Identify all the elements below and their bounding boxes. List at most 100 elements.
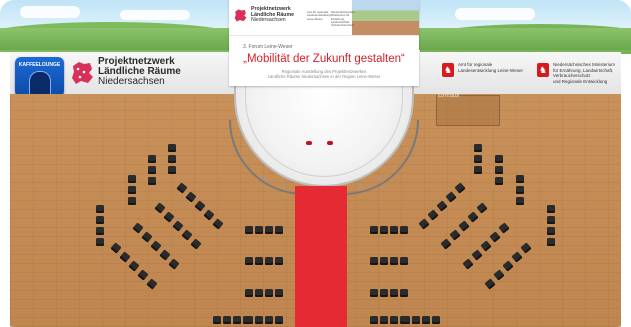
seat[interactable] bbox=[370, 316, 378, 324]
door-icon bbox=[29, 71, 51, 95]
seat[interactable] bbox=[128, 186, 136, 194]
seat[interactable] bbox=[223, 316, 231, 324]
seat[interactable] bbox=[495, 166, 503, 174]
speaker-chair-icon[interactable] bbox=[306, 141, 312, 145]
seat[interactable] bbox=[255, 316, 263, 324]
seat[interactable] bbox=[255, 257, 263, 265]
ministerium-line3: und Regionale Entwicklung bbox=[553, 78, 608, 84]
seat[interactable] bbox=[547, 238, 555, 246]
seat[interactable] bbox=[516, 186, 524, 194]
seat[interactable] bbox=[168, 155, 176, 163]
cloud bbox=[120, 10, 190, 20]
seat[interactable] bbox=[380, 257, 388, 265]
virtual-venue: KAFFEELOUNGE Projektnetzwerk Ländliche R… bbox=[0, 0, 631, 327]
seat[interactable] bbox=[547, 205, 555, 213]
seat[interactable] bbox=[380, 226, 388, 234]
seat[interactable] bbox=[128, 175, 136, 183]
seat[interactable] bbox=[233, 316, 241, 324]
seat[interactable] bbox=[516, 197, 524, 205]
seat[interactable] bbox=[495, 177, 503, 185]
seat[interactable] bbox=[370, 226, 378, 234]
lower-saxony-horse-icon: ♞ bbox=[537, 63, 549, 77]
seat[interactable] bbox=[390, 316, 398, 324]
seat[interactable] bbox=[547, 227, 555, 235]
seat[interactable] bbox=[516, 175, 524, 183]
rack-label: KAFFEEBAR bbox=[438, 94, 460, 98]
ministerium-line1: Niedersächsisches Ministerium bbox=[553, 62, 616, 67]
seat[interactable] bbox=[400, 226, 408, 234]
event-poster[interactable]: Projektnetzwerk Ländliche Räume Niedersa… bbox=[229, 0, 419, 86]
seat[interactable] bbox=[148, 177, 156, 185]
cloud bbox=[20, 6, 80, 18]
poster-subtitle: Regionale Ausstellung des Projektnetzwer… bbox=[229, 69, 419, 79]
stage-light bbox=[359, 183, 361, 187]
ministerium-logo-text: Niedersächsisches Ministerium für Ernähr… bbox=[553, 62, 631, 84]
seat[interactable] bbox=[255, 226, 263, 234]
seat[interactable] bbox=[380, 289, 388, 297]
poster-logo-line3: Niedersachsen bbox=[251, 17, 286, 24]
seat[interactable] bbox=[255, 289, 263, 297]
poster-logo-text: Projektnetzwerk Ländliche Räume Niedersa… bbox=[251, 6, 294, 24]
kaffeelounge-label: KAFFEELOUNGE bbox=[18, 62, 61, 68]
coffee-bar-rack[interactable] bbox=[436, 95, 500, 126]
seat[interactable] bbox=[412, 316, 420, 324]
seat[interactable] bbox=[265, 226, 273, 234]
seat[interactable] bbox=[168, 166, 176, 174]
seat[interactable] bbox=[390, 226, 398, 234]
seat[interactable] bbox=[400, 289, 408, 297]
seat[interactable] bbox=[275, 257, 283, 265]
stage-light bbox=[378, 176, 380, 180]
seat[interactable] bbox=[390, 289, 398, 297]
red-carpet-aisle bbox=[295, 186, 347, 327]
seat[interactable] bbox=[243, 316, 251, 324]
seat[interactable] bbox=[370, 289, 378, 297]
seat[interactable] bbox=[474, 155, 482, 163]
kaffeelounge-button[interactable]: KAFFEELOUNGE bbox=[15, 57, 64, 97]
lower-saxony-map-logo bbox=[72, 62, 93, 84]
seat[interactable] bbox=[422, 316, 430, 324]
seat[interactable] bbox=[168, 144, 176, 152]
seat[interactable] bbox=[245, 257, 253, 265]
seat[interactable] bbox=[370, 257, 378, 265]
seat[interactable] bbox=[265, 257, 273, 265]
seat[interactable] bbox=[213, 316, 221, 324]
poster-map-logo bbox=[234, 9, 247, 22]
brand-line3: Niedersachsen bbox=[98, 76, 165, 87]
seat[interactable] bbox=[245, 226, 253, 234]
seat[interactable] bbox=[96, 227, 104, 235]
seat[interactable] bbox=[390, 257, 398, 265]
seat[interactable] bbox=[128, 197, 136, 205]
poster-landscape-photo bbox=[352, 0, 419, 35]
stage-light bbox=[264, 176, 266, 180]
seat[interactable] bbox=[402, 316, 410, 324]
seat[interactable] bbox=[96, 238, 104, 246]
poster-sub2: Ländliche Räume Niedersachsen in der Reg… bbox=[267, 74, 381, 79]
speaker-chair-icon[interactable] bbox=[327, 141, 333, 145]
seat[interactable] bbox=[275, 289, 283, 297]
seat[interactable] bbox=[96, 205, 104, 213]
seat[interactable] bbox=[547, 216, 555, 224]
seat[interactable] bbox=[275, 226, 283, 234]
seat[interactable] bbox=[96, 216, 104, 224]
seat[interactable] bbox=[432, 316, 440, 324]
poster-amt-text: Amt für regionale Landesentwicklung Lein… bbox=[307, 10, 331, 21]
seat[interactable] bbox=[265, 289, 273, 297]
brand-text: Projektnetzwerk Ländliche Räume Niedersa… bbox=[98, 57, 181, 87]
seat[interactable] bbox=[275, 316, 283, 324]
poster-forum: 3. Forum Leine-Weser bbox=[243, 44, 293, 50]
poster-ministerium-text: Niedersächsisches Ministerium für Ernähr… bbox=[331, 10, 355, 28]
seat[interactable] bbox=[380, 316, 388, 324]
cloud bbox=[455, 8, 535, 20]
ministerium-line2: für Ernährung, Landwirtschaft, Verbrauch… bbox=[553, 67, 614, 79]
amt-logo-text: Amt für regionale Landesentwicklung Lein… bbox=[458, 62, 523, 73]
seat[interactable] bbox=[148, 166, 156, 174]
seat[interactable] bbox=[265, 316, 273, 324]
seat[interactable] bbox=[400, 257, 408, 265]
stage-light bbox=[283, 183, 285, 187]
seat[interactable] bbox=[495, 155, 503, 163]
poster-title: „Mobilität der Zukunft gestalten“ bbox=[243, 53, 405, 65]
seat[interactable] bbox=[148, 155, 156, 163]
seat[interactable] bbox=[474, 166, 482, 174]
seat[interactable] bbox=[245, 289, 253, 297]
seat[interactable] bbox=[474, 144, 482, 152]
